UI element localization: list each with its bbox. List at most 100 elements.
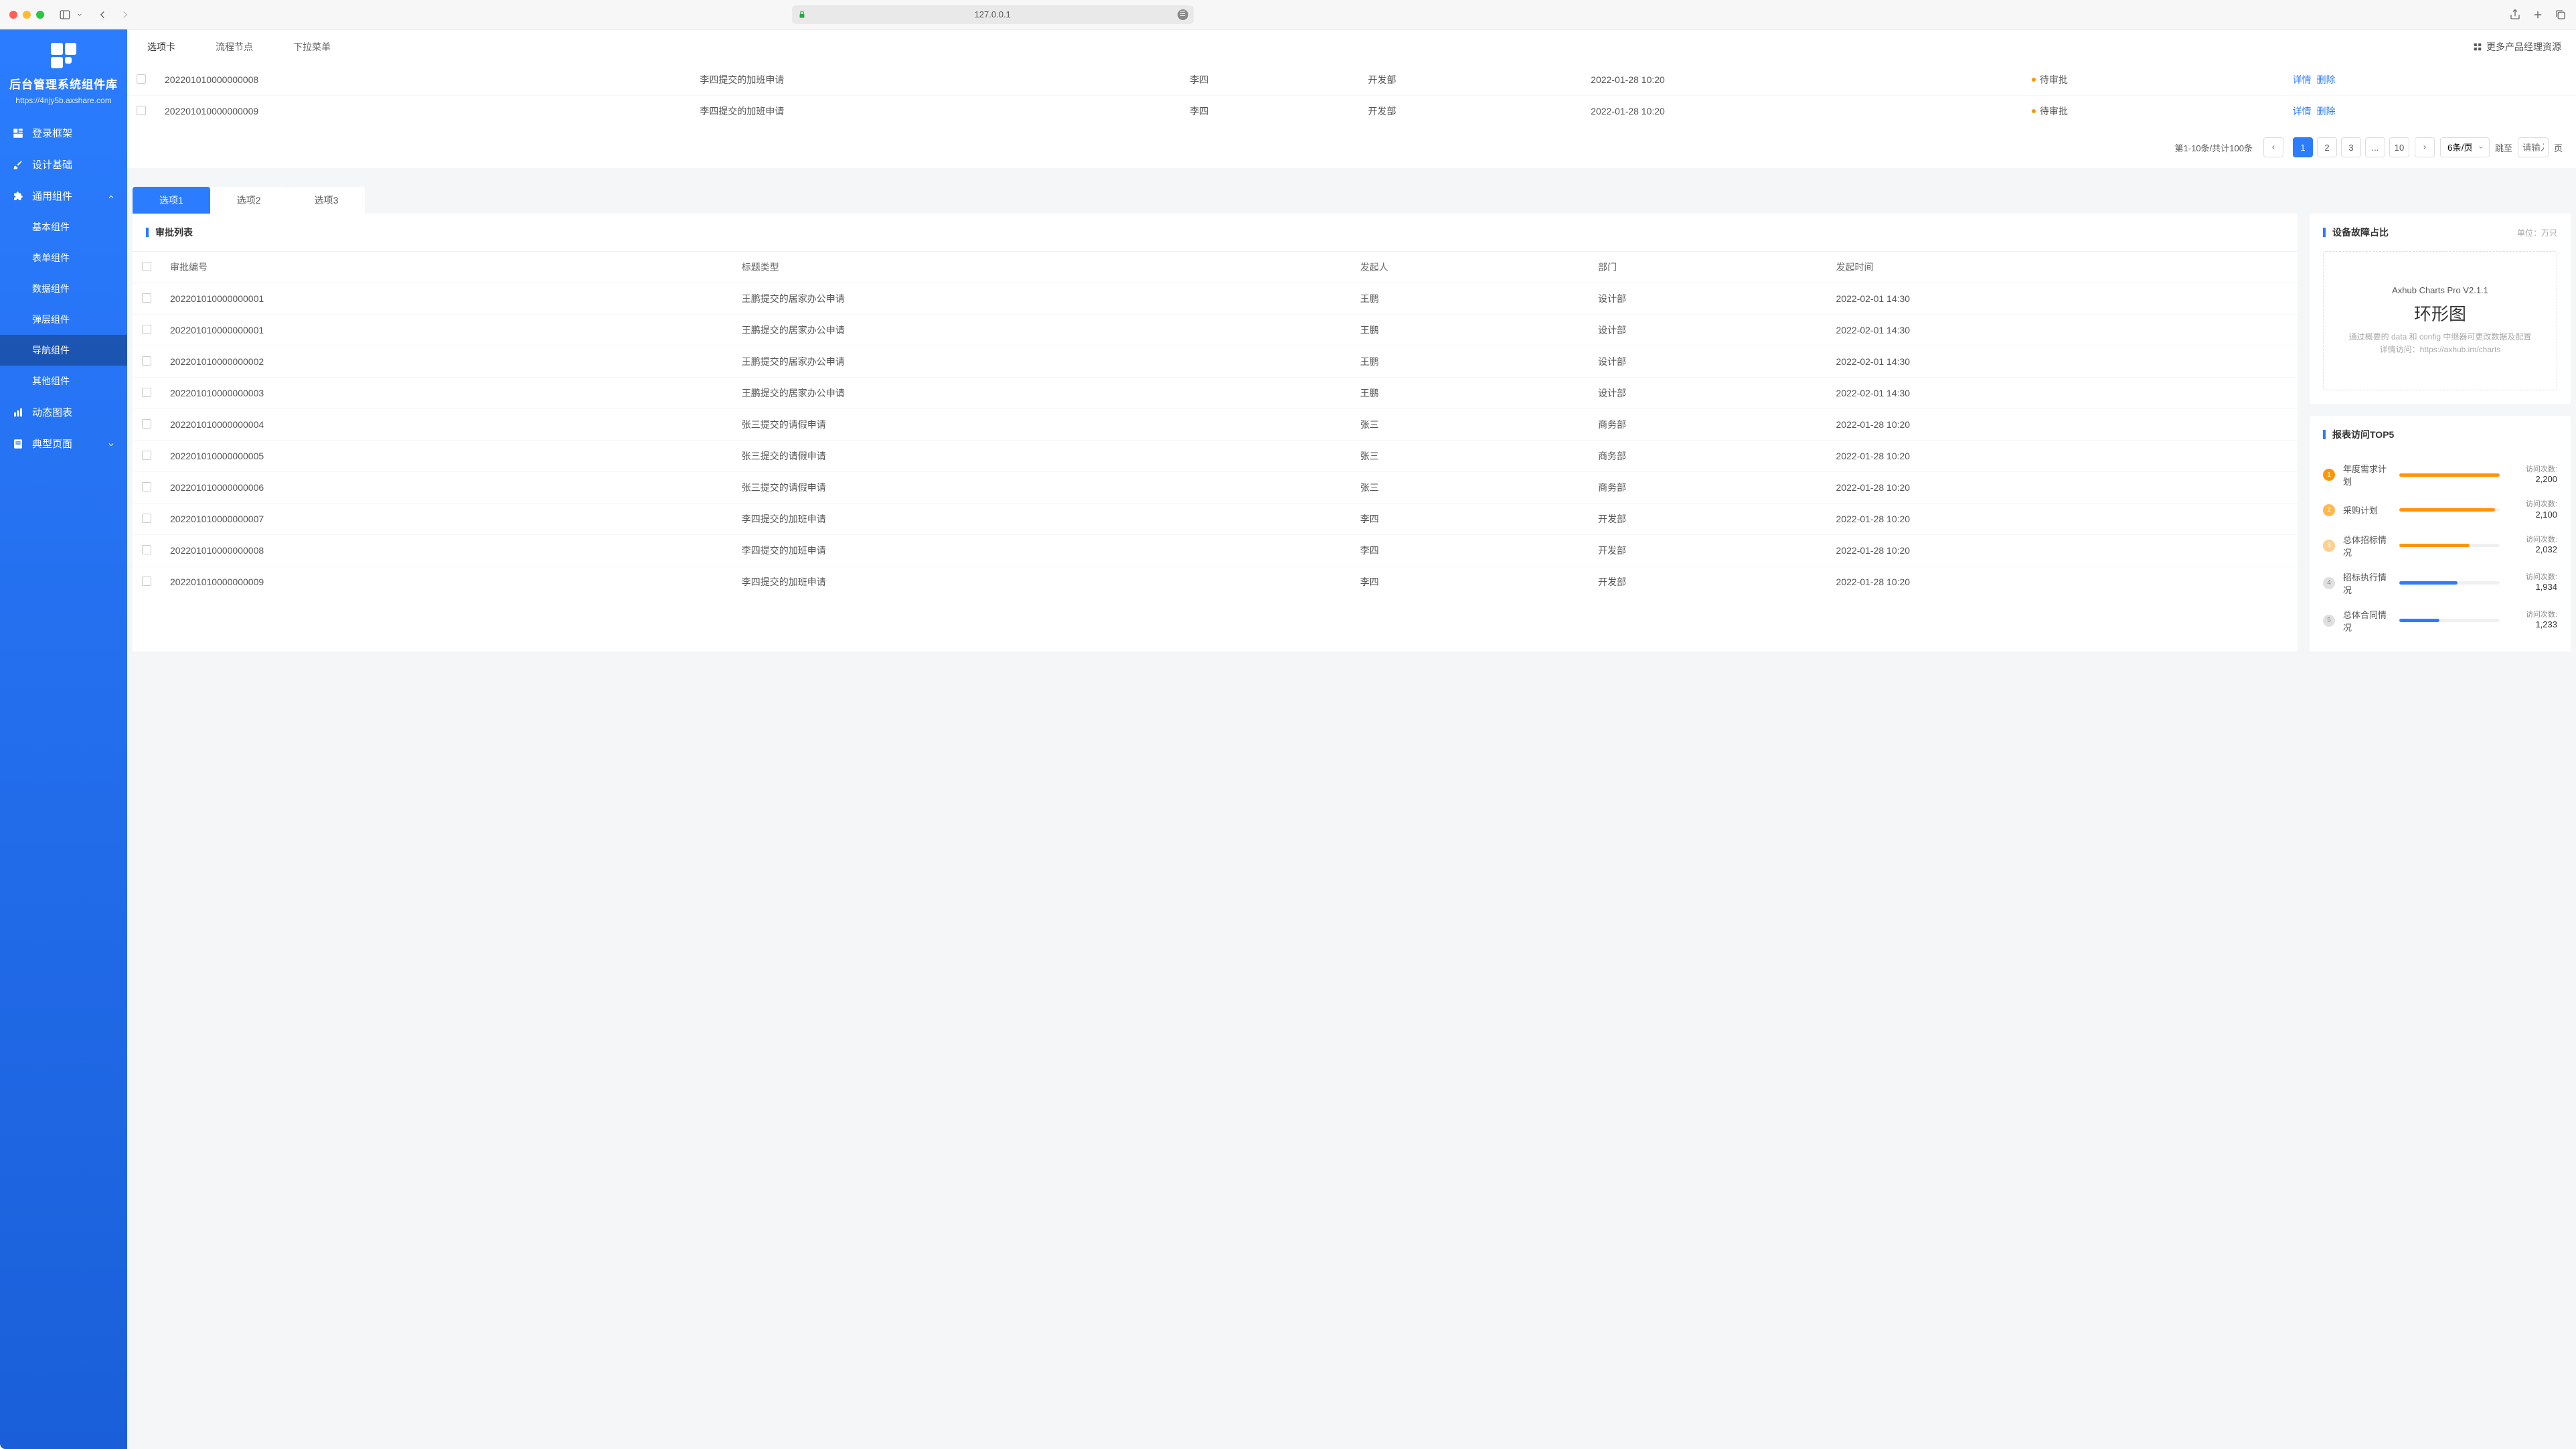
tab-下拉菜单[interactable]: 下拉菜单	[273, 29, 351, 64]
sidebar-item-通用组件[interactable]: 通用组件	[0, 180, 127, 212]
action-删除[interactable]: 删除	[2317, 106, 2336, 117]
sidebar-item-导航组件[interactable]: 导航组件	[0, 335, 127, 366]
row-checkbox[interactable]	[142, 514, 151, 523]
col-header: 发起人	[1351, 252, 1589, 283]
sub-tab-选项3[interactable]: 选项3	[288, 187, 366, 214]
cell-dept: 开发部	[1589, 535, 1826, 566]
cell-owner: 王鹏	[1351, 315, 1589, 346]
grid-icon	[2473, 42, 2482, 52]
sidebar-item-典型页面[interactable]: 典型页面	[0, 428, 127, 459]
cell-title: 张三提交的请假申请	[732, 472, 1351, 504]
browser-toolbar: 127.0.0.1 ☰	[0, 0, 2576, 29]
rank-count: 访问次数: 1,934	[2508, 573, 2557, 593]
title-bar-icon	[146, 228, 149, 237]
rank-name: 采购计划	[2343, 504, 2391, 516]
page-next-button[interactable]	[2415, 137, 2435, 157]
sidebar-item-弹层组件[interactable]: 弹层组件	[0, 304, 127, 335]
cell-title: 李四提交的加班申请	[732, 504, 1351, 535]
sidebar-item-label: 基本组件	[32, 220, 115, 234]
close-window-icon[interactable]	[9, 11, 17, 19]
cell-dept: 商务部	[1589, 409, 1826, 441]
rank-list: 1年度需求计划访问次数: 2,2002采购计划访问次数: 2,1003总体招标情…	[2310, 453, 2571, 651]
sidebar-item-label: 数据组件	[32, 282, 115, 295]
sidebar-item-登录框架[interactable]: 登录框架	[0, 117, 127, 149]
row-checkbox[interactable]	[137, 106, 146, 115]
jump-page-input[interactable]	[2518, 137, 2549, 157]
forward-button-icon[interactable]	[119, 9, 131, 21]
tab-选项卡[interactable]: 选项卡	[127, 29, 195, 64]
reader-icon[interactable]: ☰	[1178, 9, 1188, 20]
sidebar-item-设计基础[interactable]: 设计基础	[0, 149, 127, 180]
page-1-button[interactable]: 1	[2293, 137, 2313, 157]
row-checkbox[interactable]	[142, 577, 151, 586]
rank-name: 招标执行情况	[2343, 570, 2391, 596]
row-checkbox[interactable]	[142, 545, 151, 554]
sidebar-toggle-icon[interactable]	[59, 9, 71, 21]
row-checkbox[interactable]	[137, 74, 146, 84]
back-button-icon[interactable]	[96, 9, 108, 21]
page-...-button[interactable]: ...	[2365, 137, 2385, 157]
new-tab-icon[interactable]	[2532, 9, 2544, 21]
sidebar-item-动态图表[interactable]: 动态图表	[0, 396, 127, 428]
row-checkbox[interactable]	[142, 325, 151, 334]
minimize-window-icon[interactable]	[23, 11, 31, 19]
address-bar[interactable]: 127.0.0.1 ☰	[792, 5, 1194, 24]
more-resources-link[interactable]: 更多产品经理资源	[2458, 40, 2576, 54]
select-all-checkbox[interactable]	[142, 262, 151, 271]
sidebar-item-表单组件[interactable]: 表单组件	[0, 242, 127, 273]
pagination: 第1-10条/共计100条 123...10 6条/页 跳至 页	[127, 127, 2576, 168]
rank-name: 总体招标情况	[2343, 533, 2391, 558]
chevron-down-icon[interactable]	[76, 9, 83, 21]
rank-name: 总体合同情况	[2343, 608, 2391, 633]
cell-dept: 设计部	[1589, 283, 1826, 315]
cell-title: 王鹏提交的居家办公申请	[732, 346, 1351, 378]
sub-tab-选项2[interactable]: 选项2	[210, 187, 288, 214]
rank-bar	[2399, 619, 2500, 622]
top-table: 202201010000000008李四提交的加班申请李四开发部2022-01-…	[127, 64, 2576, 127]
lock-icon	[797, 10, 807, 19]
page-3-button[interactable]: 3	[2341, 137, 2361, 157]
cell-owner: 王鹏	[1351, 346, 1589, 378]
action-删除[interactable]: 删除	[2317, 74, 2336, 85]
row-checkbox[interactable]	[142, 388, 151, 397]
cell-owner: 王鹏	[1351, 378, 1589, 409]
cell-title: 王鹏提交的居家办公申请	[732, 378, 1351, 409]
rank-count: 访问次数: 2,200	[2508, 465, 2557, 485]
donut-card: 设备故障占比 单位：万只 Axhub Charts Pro V2.1.1 环形图…	[2310, 214, 2571, 404]
row-checkbox[interactable]	[142, 293, 151, 303]
page-2-button[interactable]: 2	[2317, 137, 2337, 157]
action-详情[interactable]: 详情	[2293, 106, 2312, 117]
tab-流程节点[interactable]: 流程节点	[195, 29, 273, 64]
approval-table: 审批编号标题类型发起人部门发起时间202201010000000001王鹏提交的…	[133, 252, 2298, 597]
table-row: 202201010000000007李四提交的加班申请李四开发部2022-01-…	[133, 504, 2298, 535]
sidebar-item-label: 导航组件	[32, 344, 115, 357]
maximize-window-icon[interactable]	[36, 11, 44, 19]
sidebar-item-label: 登录框架	[32, 126, 115, 140]
page-icon	[12, 438, 24, 450]
tabs-overview-icon[interactable]	[2555, 9, 2567, 21]
sidebar-item-label: 弹层组件	[32, 313, 115, 326]
action-详情[interactable]: 详情	[2293, 74, 2312, 85]
cell-title: 李四提交的加班申请	[732, 535, 1351, 566]
sidebar-item-数据组件[interactable]: 数据组件	[0, 273, 127, 304]
cell-dept: 设计部	[1589, 378, 1826, 409]
sidebar-item-基本组件[interactable]: 基本组件	[0, 212, 127, 242]
rank-name: 年度需求计划	[2343, 462, 2391, 487]
cell-time: 2022-01-28 10:20	[1581, 64, 2022, 96]
page-10-button[interactable]: 10	[2389, 137, 2409, 157]
sidebar-item-其他组件[interactable]: 其他组件	[0, 366, 127, 396]
row-checkbox[interactable]	[142, 451, 151, 460]
sub-tab-选项1[interactable]: 选项1	[133, 187, 210, 214]
share-icon[interactable]	[2509, 9, 2521, 21]
row-checkbox[interactable]	[142, 356, 151, 366]
cell-title: 张三提交的请假申请	[732, 409, 1351, 441]
page-size-select[interactable]: 6条/页	[2440, 137, 2490, 157]
chart-icon	[12, 406, 24, 418]
row-checkbox[interactable]	[142, 482, 151, 491]
row-checkbox[interactable]	[142, 419, 151, 429]
card-title: 报表访问TOP5	[2332, 428, 2394, 441]
sidebar-item-label: 动态图表	[32, 405, 115, 419]
title-bar-icon	[2323, 430, 2326, 439]
page-prev-button[interactable]	[2263, 137, 2283, 157]
chevron-up-icon	[107, 192, 115, 200]
